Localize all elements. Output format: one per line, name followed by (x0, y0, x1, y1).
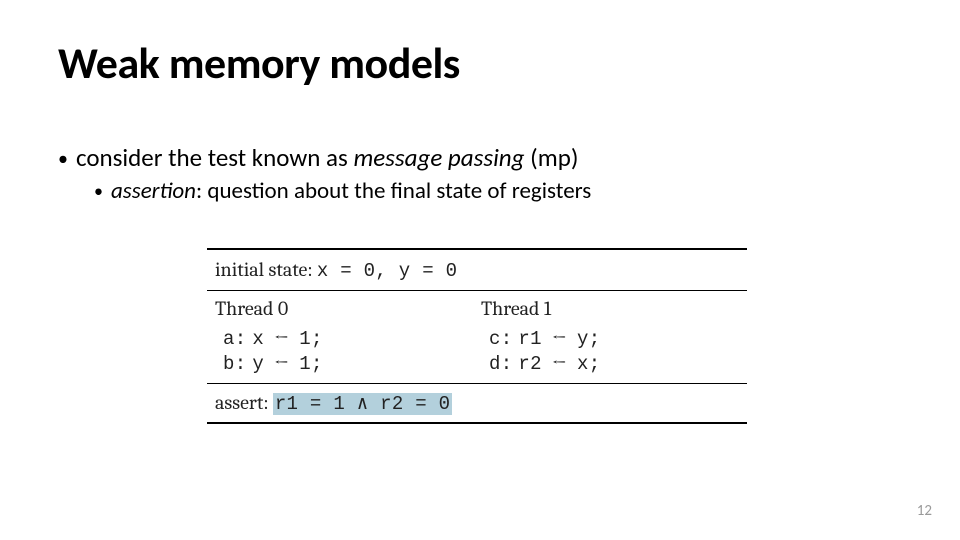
stmt-label: b: (223, 353, 246, 375)
initial-state-row: initial state: x = 0, y = 0 (207, 250, 747, 290)
page-title: Weak memory models (58, 36, 460, 90)
arrow-icon: ← (548, 327, 571, 349)
bullet1-em: message passing (353, 142, 524, 173)
thread1-body: c: r1 ← y; d: r2 ← x; (481, 326, 747, 376)
bullet1-text: consider the test known as message passi… (76, 142, 578, 175)
stmt-lhs: r2 (518, 353, 541, 375)
stmt-a: a: x ← 1; (215, 326, 481, 351)
stmt-b: b: y ← 1; (215, 351, 481, 376)
arrow-icon: ← (548, 352, 571, 374)
thread0-header: Thread 0 (215, 297, 481, 320)
stmt-c: c: r1 ← y; (481, 326, 747, 351)
stmt-label: d: (489, 353, 512, 375)
arrow-icon: ← (270, 352, 293, 374)
thread0-body: a: x ← 1; b: y ← 1; (215, 326, 481, 376)
thread-body: a: x ← 1; b: y ← 1; c: r1 ← y; (207, 320, 747, 383)
stmt-lhs: x (252, 328, 264, 350)
assert-label: assert: (215, 391, 268, 414)
stmt-rhs: 1; (299, 353, 322, 375)
bullet-list: • consider the test known as message pas… (58, 142, 878, 206)
arrow-icon: ← (270, 327, 293, 349)
table-rule (207, 422, 747, 424)
thread-headers: Thread 0 Thread 1 (207, 291, 747, 320)
code-table: initial state: x = 0, y = 0 Thread 0 Thr… (207, 248, 747, 424)
bullet1-pre: consider the test known as (76, 142, 353, 173)
initial-values: x = 0, y = 0 (317, 260, 457, 282)
stmt-lhs: r1 (518, 328, 541, 350)
stmt-rhs: x; (577, 353, 600, 375)
bullet-level2: • assertion: question about the final st… (94, 177, 878, 207)
bullet2-em: assertion (111, 177, 196, 205)
bullet2-post: : question about the final state of regi… (196, 177, 591, 205)
stmt-label: c: (489, 328, 512, 350)
bullet-dot: • (94, 180, 103, 203)
thread1-header: Thread 1 (481, 297, 747, 320)
page-number: 12 (917, 502, 932, 520)
stmt-label: a: (223, 328, 246, 350)
stmt-lhs: y (252, 353, 264, 375)
assert-row: assert: r1 = 1 ∧ r2 = 0 (207, 384, 747, 422)
stmt-rhs: y; (577, 328, 600, 350)
bullet2-text: assertion: question about the final stat… (111, 177, 591, 207)
assert-expr: r1 = 1 ∧ r2 = 0 (273, 393, 453, 415)
bullet1-post: (mp) (525, 142, 579, 173)
stmt-d: d: r2 ← x; (481, 351, 747, 376)
slide: Weak memory models • consider the test k… (0, 0, 960, 540)
stmt-rhs: 1; (299, 328, 322, 350)
initial-label: initial state: (215, 258, 312, 281)
bullet-level1: • consider the test known as message pas… (58, 142, 878, 175)
bullet-dot: • (58, 146, 68, 172)
